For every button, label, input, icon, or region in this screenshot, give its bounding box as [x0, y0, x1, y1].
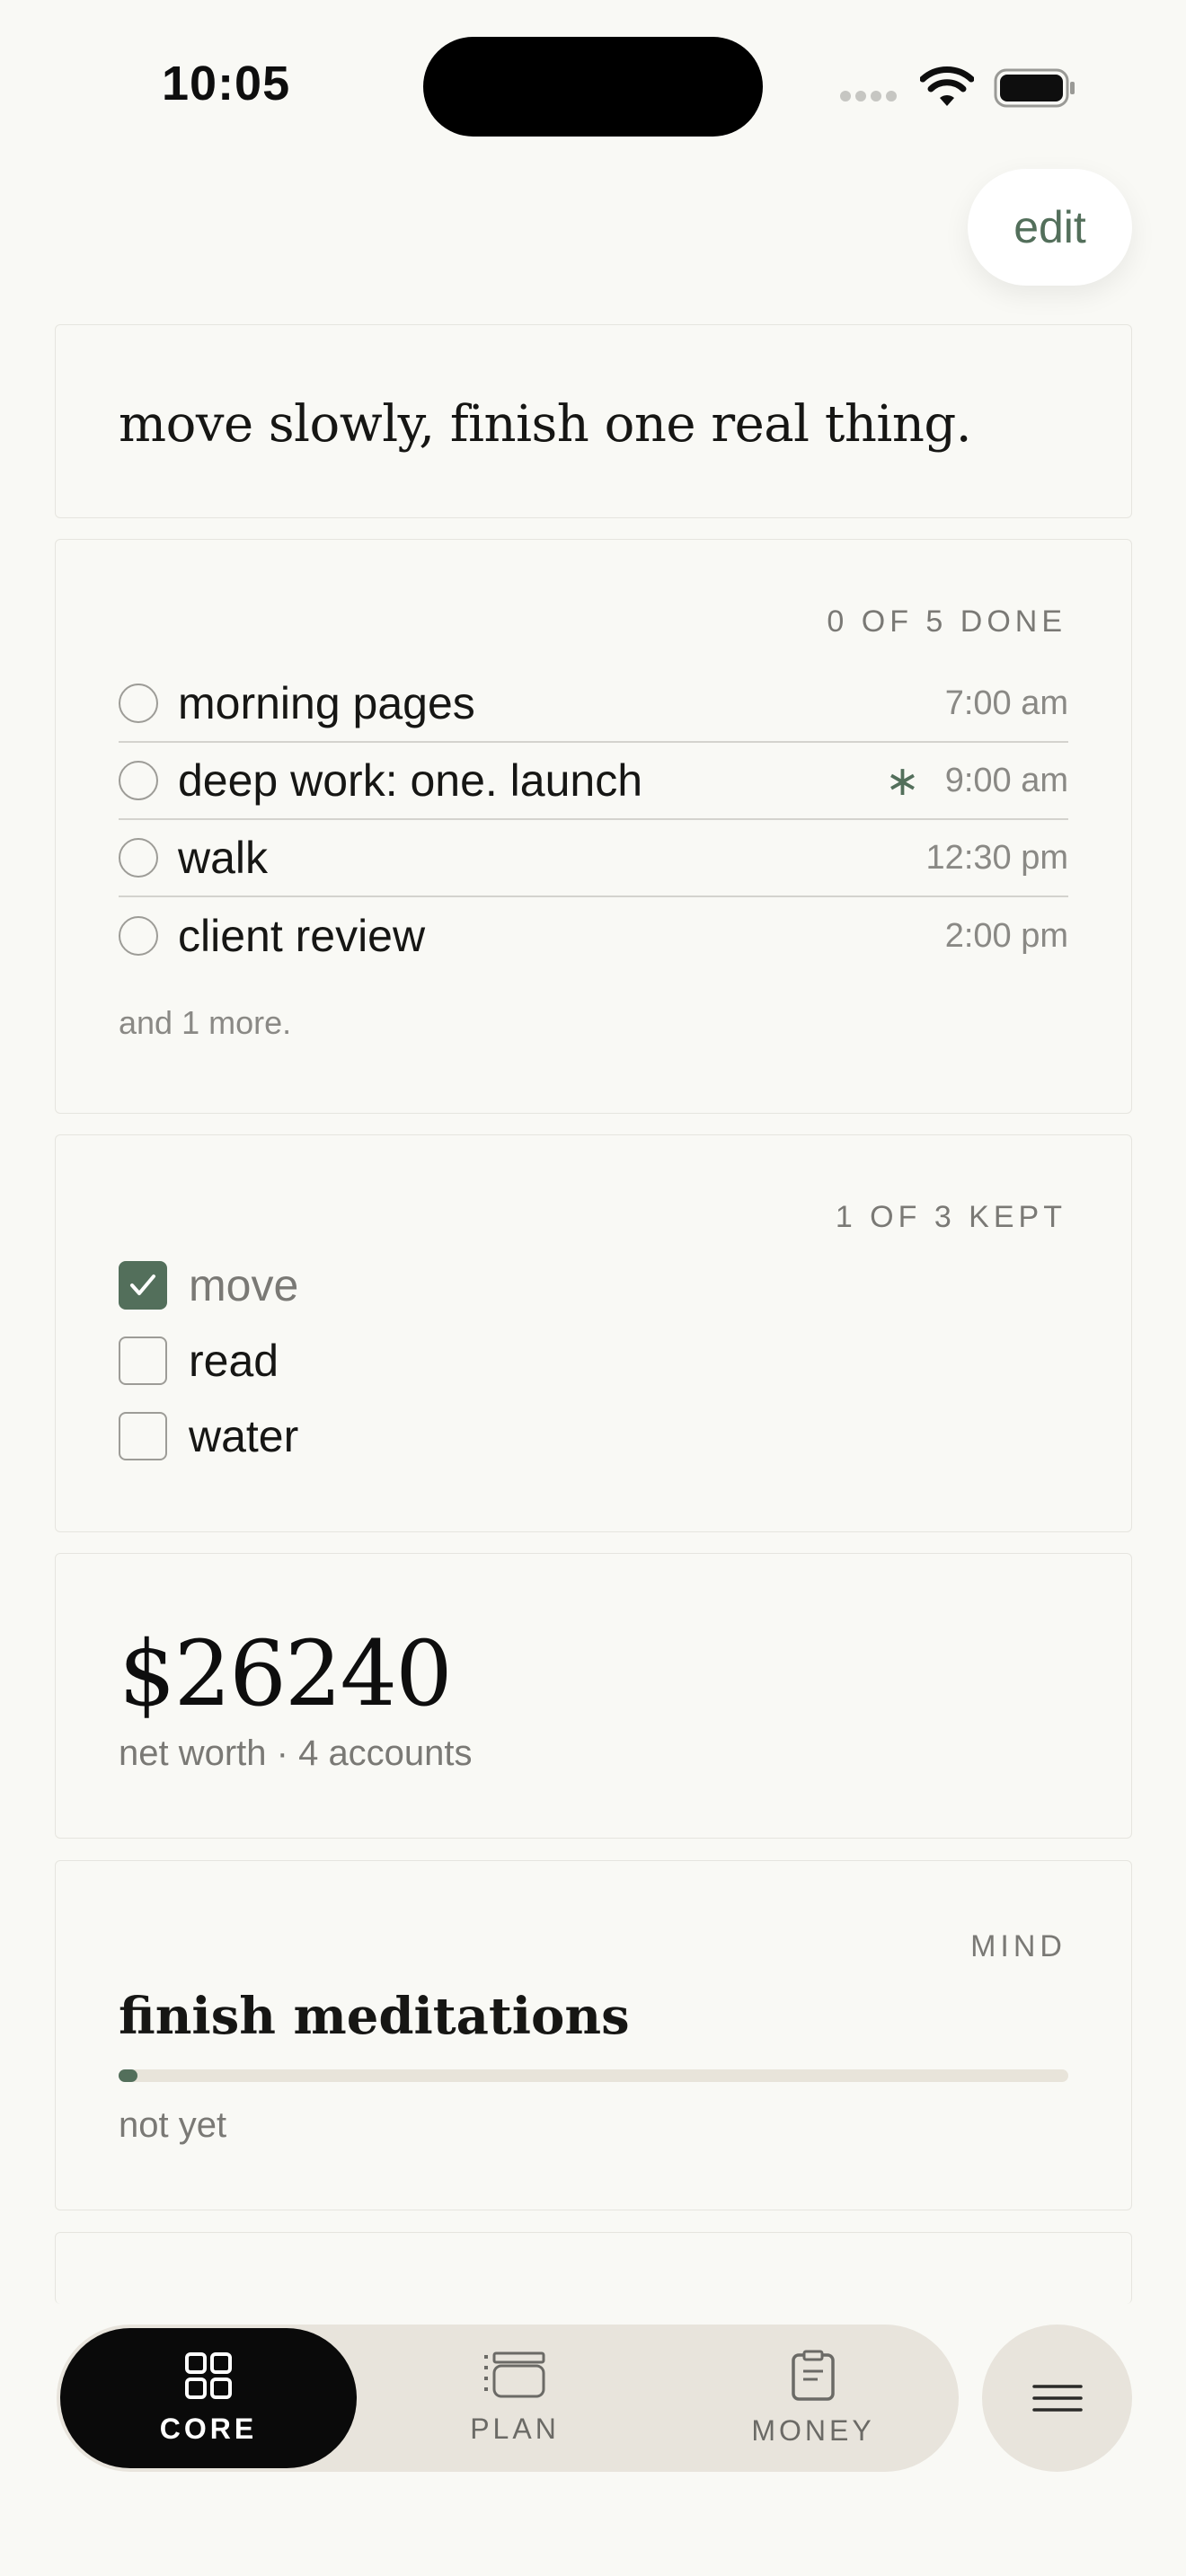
task-row[interactable]: morning pages 7:00 am [119, 666, 1068, 743]
edit-button[interactable]: edit [968, 169, 1132, 286]
bottom-nav: CORE PLAN MONEY [57, 2325, 959, 2472]
task-label: client review [178, 911, 426, 961]
habit-row[interactable]: water [119, 1398, 298, 1474]
habit-label: read [189, 1336, 279, 1386]
task-label: walk [178, 833, 269, 883]
priority-star-icon: ∗ [885, 757, 920, 804]
habits-card: 1 OF 3 KEPT move read water [55, 1134, 1132, 1532]
goal-status: not yet [119, 2105, 227, 2145]
task-checkbox[interactable] [119, 761, 158, 800]
goal-category: MIND [970, 1929, 1067, 1963]
tasks-card: 0 OF 5 DONE morning pages 7:00 am deep w… [55, 539, 1132, 1114]
nav-label: MONEY [751, 2413, 875, 2447]
dynamic-island [423, 37, 763, 137]
grid-icon [185, 2351, 232, 2399]
net-worth-value: $26240 [119, 1621, 453, 1726]
intention-card[interactable]: move slowly, finish one real thing. [55, 324, 1132, 518]
task-label: deep work: one. launch [178, 755, 643, 806]
tasks-summary: 0 OF 5 DONE [827, 604, 1067, 639]
checkmark-icon [130, 1275, 155, 1295]
menu-icon [1031, 2385, 1083, 2412]
nav-tab-money[interactable]: MONEY [665, 2325, 961, 2472]
habit-label: move [189, 1260, 299, 1310]
menu-button[interactable] [982, 2325, 1132, 2472]
nav-tab-plan[interactable]: PLAN [367, 2325, 663, 2472]
status-time: 10:05 [162, 57, 291, 110]
habit-checkbox[interactable] [119, 1337, 167, 1385]
goal-title: finish meditations [119, 1987, 630, 2046]
task-time: 12:30 pm [925, 838, 1068, 877]
daily-intention: move slowly, finish one real thing. [119, 395, 972, 454]
habit-row[interactable]: read [119, 1323, 298, 1398]
habit-row[interactable]: move [119, 1248, 298, 1323]
goal-progress-bar [119, 2069, 1068, 2082]
wifi-icon [920, 66, 974, 106]
task-row[interactable]: walk 12:30 pm [119, 820, 1068, 897]
habit-checkbox[interactable] [119, 1261, 167, 1310]
clipboard-icon [792, 2350, 835, 2401]
goal-progress-fill [119, 2069, 138, 2082]
goal-card[interactable]: MIND finish meditations not yet [55, 1860, 1132, 2210]
task-label: morning pages [178, 678, 475, 728]
task-row[interactable]: deep work: one. launch ∗ 9:00 am [119, 743, 1068, 820]
net-worth-subtitle: net worth · 4 accounts [119, 1734, 473, 1773]
battery-icon [994, 68, 1075, 108]
nav-label: CORE [159, 2412, 258, 2445]
nav-label: PLAN [470, 2412, 560, 2445]
task-checkbox[interactable] [119, 916, 158, 956]
money-card[interactable]: $26240 net worth · 4 accounts [55, 1553, 1132, 1839]
next-card [55, 2232, 1132, 2304]
task-checkbox[interactable] [119, 684, 158, 723]
task-time: 7:00 am [944, 684, 1068, 722]
nav-tab-core[interactable]: CORE [60, 2328, 357, 2468]
task-row[interactable]: client review 2:00 pm [119, 897, 1068, 975]
core-screen: 10:05 edit move slowly, finish one real … [0, 0, 1186, 2576]
task-checkbox[interactable] [119, 838, 158, 878]
habit-list: move read water [119, 1248, 298, 1474]
more-tasks-link[interactable]: and 1 more. [119, 1004, 291, 1042]
task-time: 2:00 pm [944, 916, 1068, 955]
habit-checkbox[interactable] [119, 1412, 167, 1460]
habit-label: water [189, 1411, 299, 1461]
task-time: 9:00 am [944, 761, 1068, 799]
habits-summary: 1 OF 3 KEPT [835, 1200, 1067, 1234]
cellular-signal-icon [840, 90, 901, 106]
plan-list-icon [484, 2351, 545, 2397]
task-list: morning pages 7:00 am deep work: one. la… [119, 666, 1068, 975]
